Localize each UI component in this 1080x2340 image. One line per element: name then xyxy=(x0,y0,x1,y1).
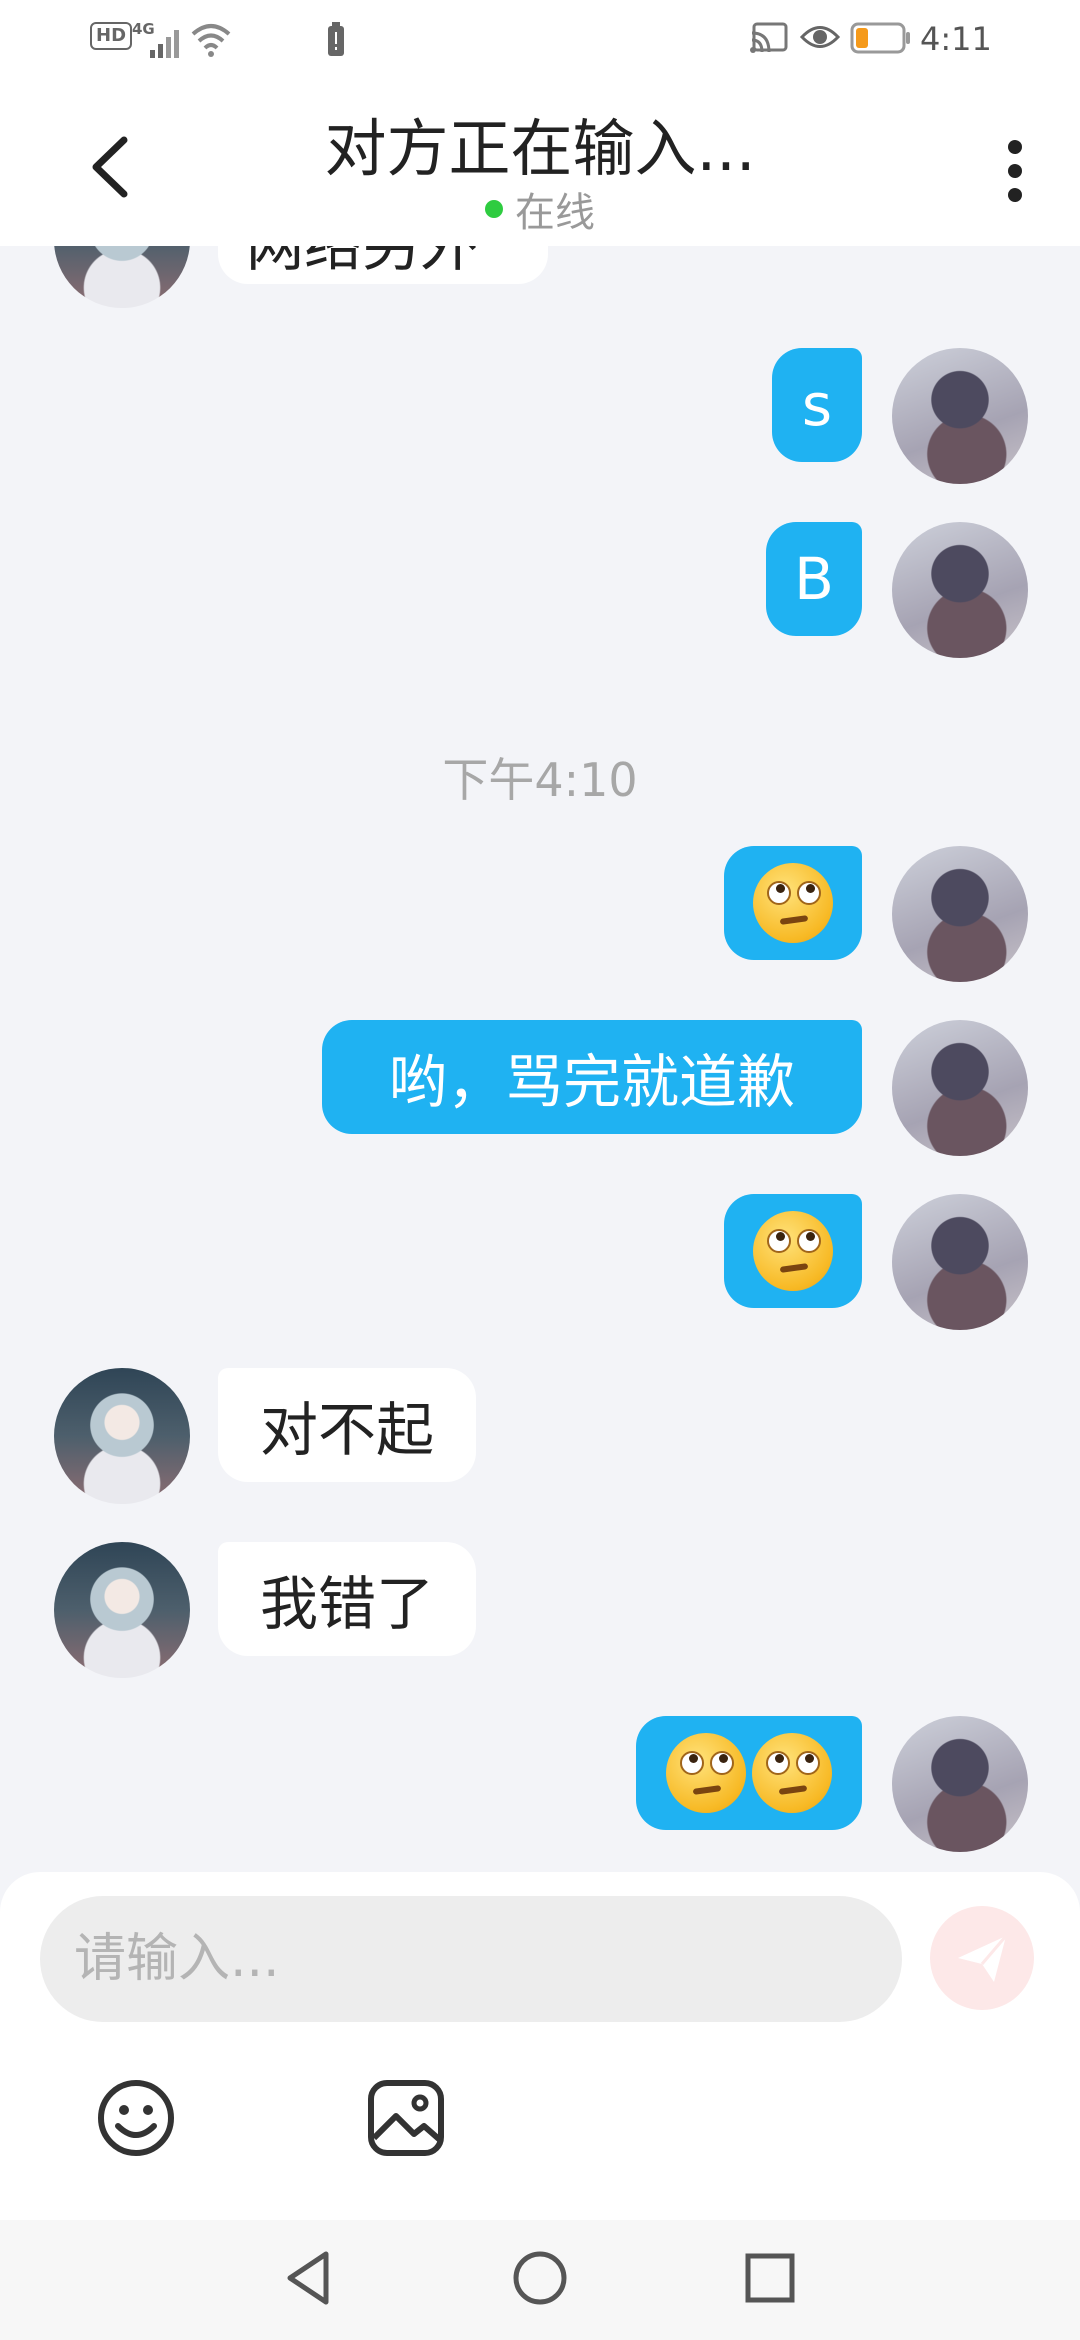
square-recents-icon xyxy=(745,2253,795,2303)
triangle-back-icon xyxy=(287,2251,329,2305)
paper-plane-icon xyxy=(958,1935,1008,1982)
online-status-label: 在线 xyxy=(515,190,595,236)
online-status: 在线 xyxy=(0,180,1080,238)
message-bubble[interactable] xyxy=(636,1716,862,1830)
message-bubble[interactable]: 对不起 xyxy=(218,1368,476,1482)
message-timestamp: 下午4:10 xyxy=(442,753,638,807)
chat-header: 对方正在输入... 在线 xyxy=(0,84,1080,246)
send-button[interactable] xyxy=(930,1906,1034,2010)
network-type-label: 4G xyxy=(132,20,155,38)
online-dot-icon xyxy=(485,200,503,218)
wifi-icon xyxy=(191,24,231,57)
my-avatar[interactable] xyxy=(892,348,1028,484)
nav-back-button[interactable] xyxy=(278,2246,342,2310)
message-bubble[interactable]: s xyxy=(772,348,862,462)
nav-home-button[interactable] xyxy=(508,2246,572,2310)
message-text: 哟，骂完就道歉 xyxy=(388,1048,795,1116)
rolling-eyes-emoji-icon xyxy=(753,1211,833,1291)
contact-avatar[interactable] xyxy=(54,1368,190,1504)
message-bubble[interactable]: 哟，骂完就道歉 xyxy=(322,1020,862,1134)
battery-saver-icon xyxy=(328,22,344,56)
circle-home-icon xyxy=(513,2251,567,2305)
eye-icon xyxy=(800,26,840,48)
chat-screen: HD 4G 4:11 对方正在输入... 在线 s B 下午4:10 哟，骂完就… xyxy=(0,0,1080,2340)
status-bar: HD 4G 4:11 xyxy=(0,0,1080,84)
more-options-button[interactable] xyxy=(1000,136,1030,206)
clock: 4:11 xyxy=(920,20,992,58)
composer xyxy=(0,1872,1080,2220)
more-vertical-icon xyxy=(1008,140,1022,202)
system-nav-bar xyxy=(0,2220,1080,2340)
my-avatar[interactable] xyxy=(892,1716,1028,1852)
my-avatar[interactable] xyxy=(892,522,1028,658)
my-avatar[interactable] xyxy=(892,1194,1028,1330)
cast-icon xyxy=(750,22,788,53)
battery-icon xyxy=(850,22,910,54)
message-input[interactable] xyxy=(40,1896,902,2022)
emoji-button[interactable] xyxy=(94,2076,178,2160)
page-title: 对方正在输入... xyxy=(324,112,756,185)
smiley-icon xyxy=(98,2080,174,2156)
rolling-eyes-emoji-icon xyxy=(753,863,833,943)
contact-avatar[interactable] xyxy=(54,1542,190,1678)
message-bubble[interactable]: B xyxy=(766,522,862,636)
my-avatar[interactable] xyxy=(892,1020,1028,1156)
message-text: B xyxy=(794,545,834,613)
message-bubble[interactable] xyxy=(724,1194,862,1308)
message-text: s xyxy=(801,371,833,439)
signal-icon: 4G xyxy=(132,20,179,58)
image-icon xyxy=(368,2080,444,2156)
message-text: 我错了 xyxy=(259,1570,434,1638)
hd-badge: HD xyxy=(90,22,133,50)
message-bubble[interactable]: 我错了 xyxy=(218,1542,476,1656)
rolling-eyes-emoji-icon xyxy=(752,1733,832,1813)
message-bubble[interactable] xyxy=(724,846,862,960)
nav-recents-button[interactable] xyxy=(738,2246,802,2310)
image-button[interactable] xyxy=(364,2076,448,2160)
message-text: 对不起 xyxy=(259,1396,434,1464)
rolling-eyes-emoji-icon xyxy=(666,1733,746,1813)
my-avatar[interactable] xyxy=(892,846,1028,982)
